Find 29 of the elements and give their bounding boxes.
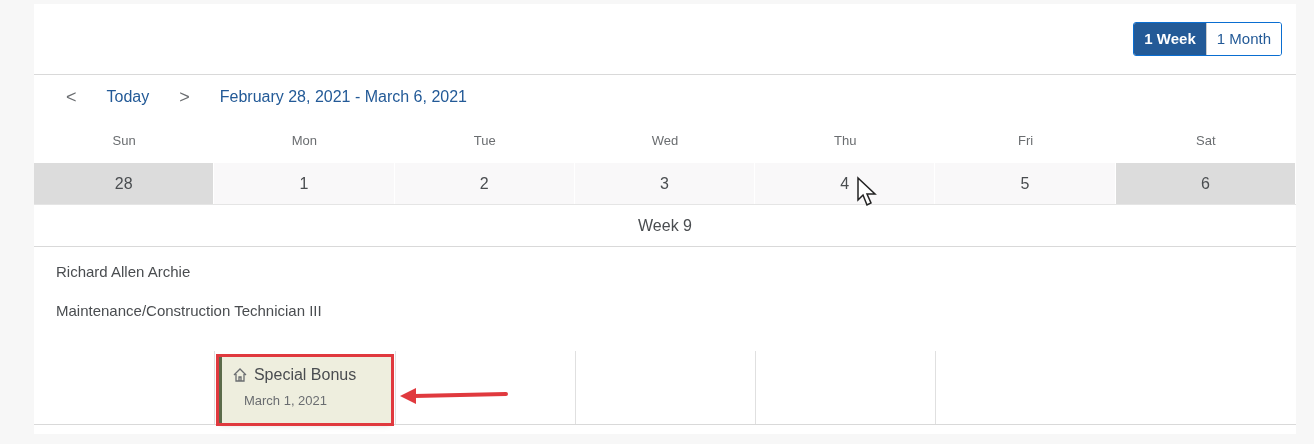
date-range-link[interactable]: February 28, 2021 - March 6, 2021: [219, 85, 467, 109]
view-toggle-button[interactable]: 1 Week: [1134, 23, 1206, 55]
view-toggle-button[interactable]: 1 Month: [1205, 23, 1281, 55]
previous-button[interactable]: <: [66, 83, 77, 111]
arrow-icon: [398, 385, 509, 405]
appointment-title: Special Bonus: [253, 365, 357, 385]
employee-title: Maintenance/Construction Technician III: [56, 300, 323, 321]
pointer-icon: [856, 176, 878, 208]
appointment-date: March 1, 2021: [242, 392, 329, 410]
date-cell[interactable]: 2: [394, 163, 575, 204]
day-name: Sun: [112, 132, 136, 151]
day-name: Mon: [291, 132, 318, 151]
day-name: Wed: [651, 132, 679, 151]
date-cell[interactable]: 1: [214, 163, 395, 204]
date-cell[interactable]: 28: [34, 163, 215, 204]
today-button[interactable]: Today: [106, 85, 150, 109]
date-cell[interactable]: 4: [755, 163, 936, 204]
week-label: Week 9: [638, 215, 692, 236]
date-cell[interactable]: 3: [574, 163, 756, 204]
appointment-card[interactable]: Special Bonus March 1, 2021: [218, 357, 391, 423]
date-cell[interactable]: 5: [935, 163, 1116, 204]
home-icon: [231, 367, 248, 383]
next-button[interactable]: >: [179, 83, 190, 111]
day-name: Fri: [1017, 132, 1034, 151]
employee-name: Richard Allen Archie: [56, 262, 192, 282]
date-cell[interactable]: 6: [1115, 163, 1296, 204]
day-name: Thu: [834, 132, 857, 151]
day-name: Tue: [473, 132, 496, 151]
day-name: Sat: [1196, 132, 1216, 151]
